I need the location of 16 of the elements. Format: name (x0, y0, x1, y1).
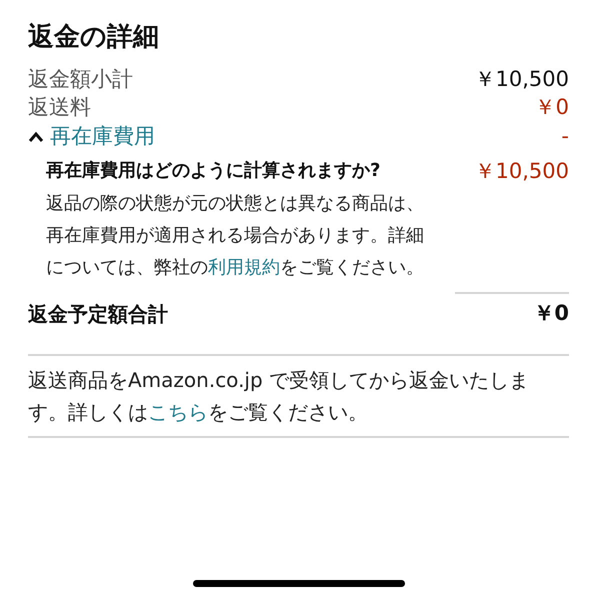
row-value: - (561, 123, 569, 150)
section-title: 返金の詳細 (28, 21, 160, 54)
total-label: 返金予定額合計 (28, 301, 168, 328)
restocking-fee-toggle[interactable]: 再在庫費用 (28, 121, 155, 153)
question-heading: 再在庫費用はどのように計算されますか? (46, 159, 382, 183)
terms-link[interactable]: 利用規約 (208, 257, 280, 278)
refund-note: 返送商品をAmazon.co.jp で受領してから返金いたします。詳しくはこちら をご覧ください。 (28, 367, 530, 426)
restocking-fee-value: ￥10,500 (474, 158, 569, 185)
row-label: 返送料 (28, 94, 91, 122)
caret-icon (28, 131, 44, 143)
details-link[interactable]: こちら (148, 400, 208, 424)
explanation-text: 返品の際の状態が元の状態とは異なる商品は、再在庫費用が適用される場合があります。詳細については、弊社の利用規約をご覧ください。 (46, 192, 425, 280)
row-value: ￥10,500 (474, 66, 569, 94)
row-label: 返金額小計 (28, 66, 133, 94)
row-value: ￥0 (534, 94, 569, 122)
total-value: ￥0 (533, 300, 569, 328)
